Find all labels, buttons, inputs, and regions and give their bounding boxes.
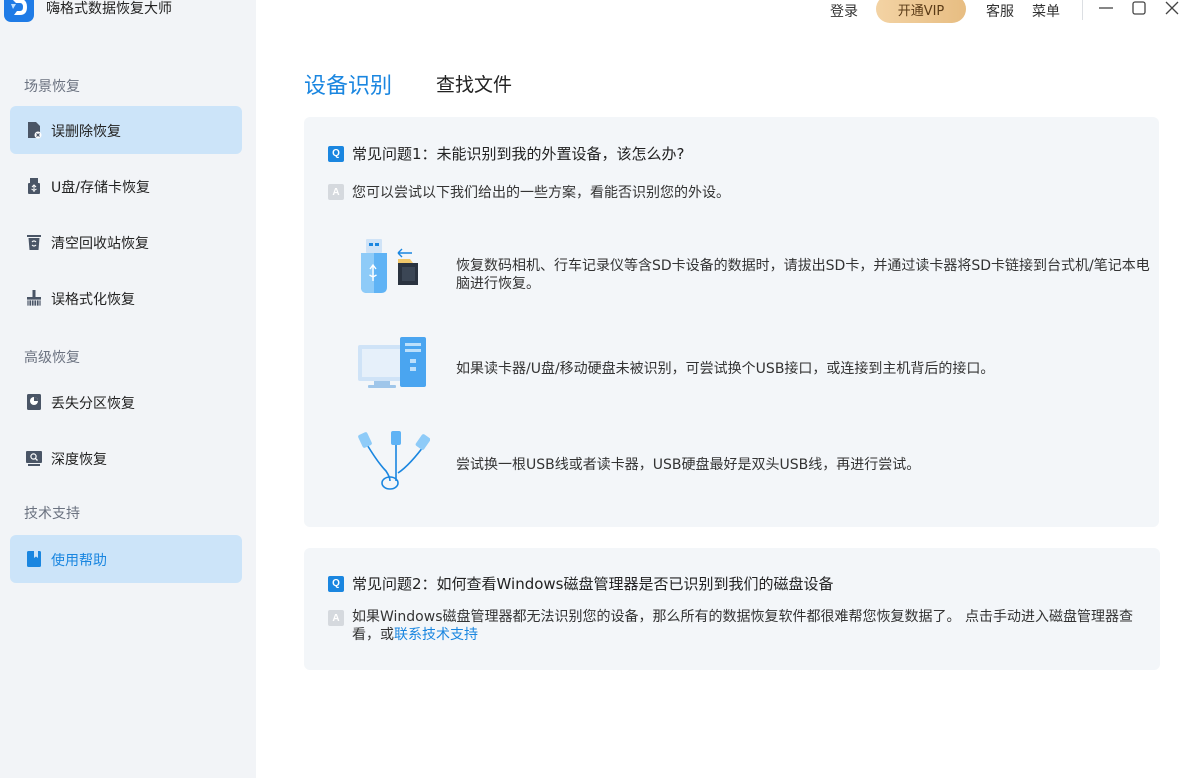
tab-find-files[interactable]: 查找文件 — [436, 70, 512, 97]
tip-item-usb-cable: 尝试换一根USB线或者读卡器，USB硬盘最好是双头USB线，再进行尝试。 — [356, 431, 1156, 491]
format-icon — [25, 289, 43, 307]
faq-question: 常见问题2：如何查看Windows磁盘管理器是否已识别到我们的磁盘设备 — [352, 575, 834, 593]
divider — [1082, 0, 1083, 20]
usb-sd-card-illustration-icon — [356, 237, 430, 297]
app-logo-icon — [4, 0, 34, 22]
section-label-advanced: 高级恢复 — [24, 350, 80, 366]
usb-drive-icon — [25, 177, 43, 195]
answer-badge: A — [328, 184, 344, 200]
tip-item-usb-port: 如果读卡器/U盘/移动硬盘未被识别，可尝试换个USB接口，或连接到主机背后的接口… — [356, 337, 1156, 397]
sidebar-item-label: 误格式化恢复 — [51, 292, 135, 308]
section-label-scene: 场景恢复 — [24, 79, 80, 95]
sidebar-item-deep-recovery[interactable]: 深度恢复 — [10, 434, 242, 482]
tab-device-recognition[interactable]: 设备识别 — [304, 68, 392, 100]
contact-support-link[interactable]: 联系技术支持 — [394, 627, 478, 643]
recycle-bin-icon — [25, 233, 43, 251]
faq-question: 常见问题1：未能识别到我的外置设备，该怎么办? — [352, 145, 685, 163]
question-badge: Q — [328, 575, 344, 592]
sidebar-item-label: 使用帮助 — [51, 553, 107, 569]
sidebar-item-help[interactable]: 使用帮助 — [10, 535, 242, 583]
sidebar-item-delete-recovery[interactable]: 误删除恢复 — [10, 106, 242, 154]
sidebar-item-label: 误删除恢复 — [51, 124, 121, 140]
minimize-icon[interactable] — [1098, 0, 1114, 16]
partition-icon — [25, 393, 43, 411]
faq-answer: 如果Windows磁盘管理器都无法识别您的设备，那么所有的数据恢复软件都很难帮您… — [352, 608, 1142, 644]
close-icon[interactable] — [1164, 0, 1180, 16]
app-title: 嗨格式数据恢复大师 — [46, 1, 172, 17]
vip-button[interactable]: 开通VIP — [876, 0, 966, 23]
usb-cable-illustration-icon — [356, 431, 431, 491]
faq-answer: 您可以尝试以下我们给出的一些方案，看能否识别您的外设。 — [352, 185, 730, 201]
question-badge: Q — [328, 145, 344, 162]
sidebar-item-usb-recovery[interactable]: U盘/存储卡恢复 — [10, 162, 242, 210]
sidebar: 嗨格式数据恢复大师 场景恢复 误删除恢复 U盘/存储卡恢复 清空回收站恢复 误格… — [0, 0, 256, 778]
deep-scan-icon — [25, 449, 43, 467]
customer-service-link[interactable]: 客服 — [986, 1, 1014, 21]
sidebar-item-label: 丢失分区恢复 — [51, 396, 135, 412]
tip-text: 恢复数码相机、行车记录仪等含SD卡设备的数据时，请拔出SD卡，并通过读卡器将SD… — [456, 258, 1150, 292]
desktop-computer-illustration-icon — [356, 337, 430, 397]
app-window: 嗨格式数据恢复大师 场景恢复 误删除恢复 U盘/存储卡恢复 清空回收站恢复 误格… — [0, 0, 1196, 778]
answer-badge: A — [328, 610, 344, 626]
faq-card-1: Q 常见问题1：未能识别到我的外置设备，该怎么办? A 您可以尝试以下我们给出的… — [304, 117, 1159, 527]
sidebar-item-label: U盘/存储卡恢复 — [51, 180, 150, 196]
faq-question-row: Q 常见问题2：如何查看Windows磁盘管理器是否已识别到我们的磁盘设备 — [328, 573, 834, 594]
faq-question-row: Q 常见问题1：未能识别到我的外置设备，该怎么办? — [328, 143, 685, 164]
sidebar-item-recycle-recovery[interactable]: 清空回收站恢复 — [10, 218, 242, 266]
sidebar-item-partition-recovery[interactable]: 丢失分区恢复 — [10, 378, 242, 426]
sidebar-item-label: 清空回收站恢复 — [51, 236, 149, 252]
maximize-icon[interactable] — [1131, 0, 1147, 16]
sidebar-item-format-recovery[interactable]: 误格式化恢复 — [10, 274, 242, 322]
tip-item-sd-card: 恢复数码相机、行车记录仪等含SD卡设备的数据时，请拔出SD卡，并通过读卡器将SD… — [356, 237, 1156, 297]
faq-card-2: Q 常见问题2：如何查看Windows磁盘管理器是否已识别到我们的磁盘设备 A … — [304, 548, 1160, 670]
tip-text: 尝试换一根USB线或者读卡器，USB硬盘最好是双头USB线，再进行尝试。 — [456, 457, 921, 473]
faq-answer-badge-row: A — [328, 610, 344, 626]
sidebar-item-label: 深度恢复 — [51, 452, 107, 468]
menu-link[interactable]: 菜单 — [1032, 1, 1060, 21]
help-book-icon — [25, 550, 43, 568]
tip-text: 如果读卡器/U盘/移动硬盘未被识别，可尝试换个USB接口，或连接到主机背后的接口… — [456, 361, 995, 377]
file-delete-icon — [25, 121, 43, 139]
login-link[interactable]: 登录 — [830, 1, 858, 21]
faq-answer-row: A 您可以尝试以下我们给出的一些方案，看能否识别您的外设。 — [328, 182, 730, 202]
section-label-support: 技术支持 — [24, 506, 80, 522]
